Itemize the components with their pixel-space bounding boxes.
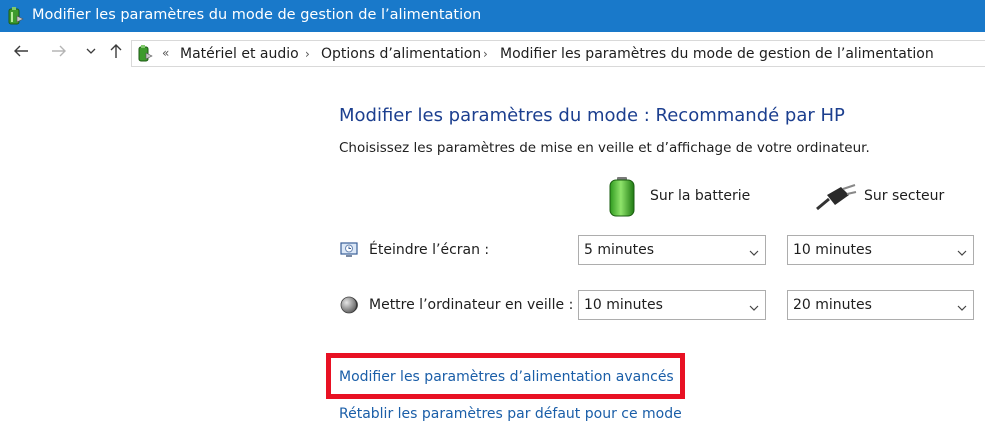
breadcrumb-item-hardware-sound[interactable]: Matériel et audio bbox=[180, 46, 299, 62]
breadcrumb-item-edit-plan[interactable]: Modifier les paramètres du mode de gesti… bbox=[500, 46, 934, 62]
chevron-down-icon bbox=[748, 299, 760, 318]
chevron-down-icon bbox=[956, 299, 968, 318]
sleep-moon-icon bbox=[339, 295, 359, 319]
title-bar: Modifier les paramètres du mode de gesti… bbox=[0, 0, 985, 32]
power-options-icon bbox=[136, 44, 154, 67]
address-bar[interactable]: « Matériel et audio › Options d’alimenta… bbox=[131, 40, 985, 67]
chevron-down-icon bbox=[86, 48, 96, 54]
column-header-battery: Sur la batterie bbox=[650, 188, 751, 204]
setting-label-screen-off: Éteindre l’écran : bbox=[369, 242, 490, 258]
sleep-plugged-select[interactable]: 20 minutes bbox=[787, 290, 974, 320]
setting-label-sleep: Mettre l’ordinateur en veille : bbox=[369, 297, 574, 313]
breadcrumb-separator[interactable]: › bbox=[483, 47, 488, 61]
battery-icon bbox=[607, 176, 637, 222]
up-button[interactable] bbox=[105, 42, 127, 64]
navigation-bar: « Matériel et audio › Options d’alimenta… bbox=[0, 32, 985, 76]
arrow-right-icon bbox=[52, 45, 66, 57]
recent-locations-button[interactable] bbox=[80, 42, 102, 64]
power-plug-icon bbox=[815, 183, 857, 215]
chevron-down-icon bbox=[956, 244, 968, 263]
chevron-down-icon bbox=[748, 244, 760, 263]
screen-off-plugged-select[interactable]: 10 minutes bbox=[787, 235, 974, 265]
page-title: Modifier les paramètres du mode : Recomm… bbox=[339, 105, 845, 126]
back-button[interactable] bbox=[10, 42, 32, 64]
sleep-battery-select[interactable]: 10 minutes bbox=[578, 290, 766, 320]
breadcrumb-item-power-options[interactable]: Options d’alimentation bbox=[321, 46, 481, 62]
screen-off-battery-select[interactable]: 5 minutes bbox=[578, 235, 766, 265]
breadcrumb-overflow[interactable]: « bbox=[162, 46, 169, 60]
arrow-up-icon bbox=[110, 44, 122, 58]
display-icon bbox=[339, 240, 359, 264]
restore-defaults-link[interactable]: Rétablir les paramètres par défaut pour … bbox=[339, 406, 682, 422]
window-title: Modifier les paramètres du mode de gesti… bbox=[32, 7, 482, 23]
power-options-icon bbox=[6, 6, 24, 30]
arrow-left-icon bbox=[14, 45, 28, 57]
breadcrumb-separator[interactable]: › bbox=[305, 47, 310, 61]
column-header-plugged: Sur secteur bbox=[864, 188, 945, 204]
page-subtitle: Choisissez les paramètres de mise en vei… bbox=[339, 140, 870, 156]
advanced-settings-link[interactable]: Modifier les paramètres d’alimentation a… bbox=[339, 369, 674, 385]
forward-button[interactable] bbox=[48, 42, 70, 64]
